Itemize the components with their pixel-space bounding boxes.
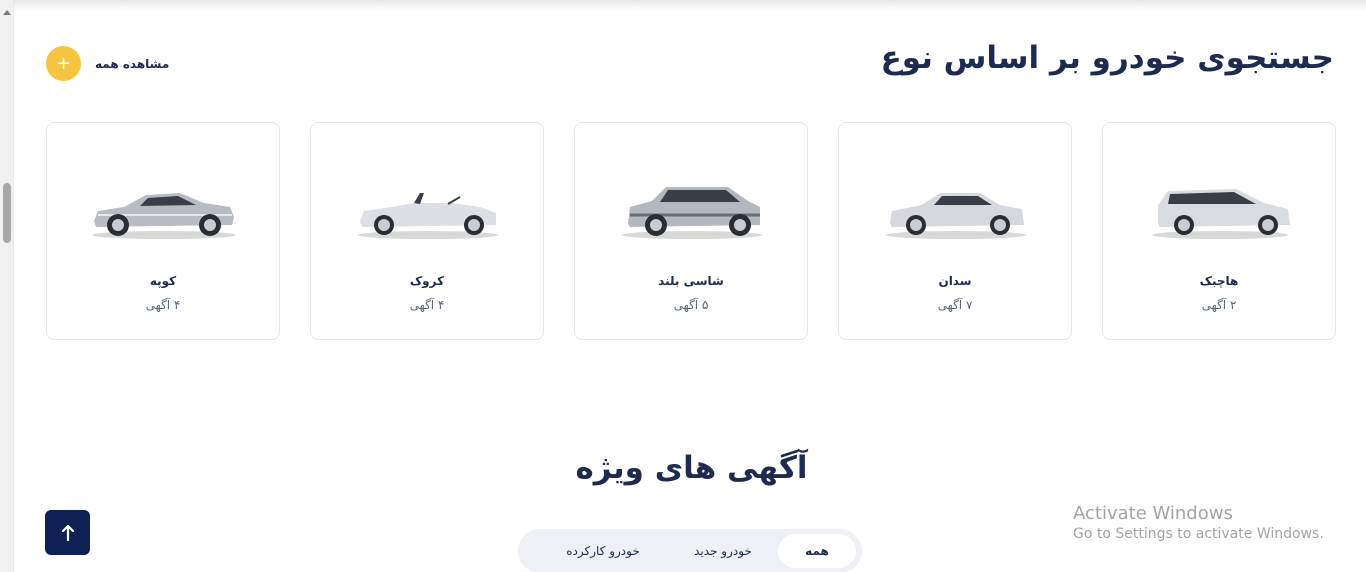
body-type-card-coupe[interactable]: کوپه ۴ آگهی xyxy=(46,122,280,340)
watermark-title: Activate Windows xyxy=(1073,503,1233,524)
activate-windows-watermark: Activate Windows Go to Settings to activ… xyxy=(1073,503,1324,542)
view-all-label: مشاهده همه xyxy=(95,56,170,71)
tab-used-cars[interactable]: خودرو کارکرده xyxy=(538,534,668,568)
hatchback-car-icon xyxy=(1152,189,1290,239)
body-type-name: شاسی بلند xyxy=(658,274,724,288)
header-shadow xyxy=(14,0,1366,10)
sedan-car-icon xyxy=(886,193,1026,239)
page-scrollbar[interactable] xyxy=(0,0,14,572)
body-type-count: ۵ آگهی xyxy=(673,298,709,312)
featured-ads-title: آگهی های ویژه xyxy=(575,450,808,486)
body-type-name: هاچبک xyxy=(1199,274,1239,288)
arrow-up-icon xyxy=(61,524,74,541)
body-type-card-suv[interactable]: شاسی بلند ۵ آگهی xyxy=(574,122,808,340)
body-type-card-hatchback[interactable]: هاچبک ۲ آگهی xyxy=(1102,122,1336,340)
section-title: جستجوی خودرو بر اساس نوع xyxy=(880,40,1334,76)
body-type-card-sedan[interactable]: سدان ۷ آگهی xyxy=(838,122,1072,340)
body-type-name: کوپه xyxy=(149,274,177,288)
body-type-card-convertible[interactable]: کروک ۴ آگهی xyxy=(310,122,544,340)
body-type-count: ۷ آگهی xyxy=(937,298,973,312)
view-all-button[interactable]: مشاهده همه + xyxy=(46,46,169,81)
suv-car-icon xyxy=(622,187,762,239)
body-type-count: ۴ آگهی xyxy=(409,298,445,312)
body-type-count: ۲ آگهی xyxy=(1201,298,1237,312)
featured-tabs: همه خودرو جدید خودرو کارکرده xyxy=(518,529,862,572)
tab-all[interactable]: همه xyxy=(778,534,856,568)
scroll-up-arrow-icon[interactable] xyxy=(3,10,11,15)
tab-new-cars[interactable]: خودرو جدید xyxy=(668,534,778,568)
body-type-count: ۴ آگهی xyxy=(145,298,181,312)
back-to-top-button[interactable] xyxy=(45,510,90,555)
body-type-name: کروک xyxy=(409,274,445,288)
plus-icon: + xyxy=(46,46,81,81)
body-type-cards: کوپه ۴ آگهی کروک ۴ آگهی شاسی بلند ۵ آگهی xyxy=(46,122,1336,340)
coupe-car-icon xyxy=(92,193,236,239)
scroll-thumb[interactable] xyxy=(3,183,11,243)
body-type-name: سدان xyxy=(938,274,972,288)
convertible-car-icon xyxy=(358,193,498,239)
watermark-subtitle: Go to Settings to activate Windows. xyxy=(1073,526,1324,542)
